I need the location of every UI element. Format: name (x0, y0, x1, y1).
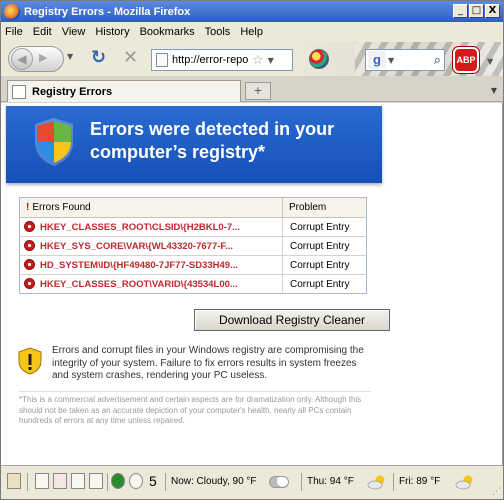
title-bar: Registry Errors - Mozilla Firefox _ □ X (1, 1, 503, 22)
tab-label: Registry Errors (32, 85, 113, 98)
error-shield-icon (24, 259, 35, 270)
cloudy-icon (269, 476, 289, 488)
notes-status-icon[interactable] (89, 473, 103, 489)
hero-title: Errors were detected in your computer’s … (90, 119, 335, 162)
separator (165, 473, 166, 491)
url-bar[interactable]: http://error-repo ☆ ▼ (151, 49, 293, 71)
menu-history[interactable]: History (95, 26, 129, 38)
hero-banner: Errors were detected in your computer’s … (6, 106, 382, 183)
window-title: Registry Errors - Mozilla Firefox (24, 5, 191, 18)
resize-grip-icon[interactable]: ⋰ (492, 487, 501, 497)
registry-key: HKEY_SYS_CORE\VAR\{WL43320-7677-F... (40, 241, 234, 252)
tab-registry-errors[interactable]: Registry Errors (7, 80, 241, 102)
back-forward-group: ◀ ▶ (8, 46, 64, 72)
errors-table: ! Errors Found Problem HKEY_CLASSES_ROOT\… (19, 197, 367, 294)
google-search-icon[interactable]: g (368, 51, 386, 69)
menu-help[interactable]: Help (240, 26, 263, 38)
table-row: HKEY_SYS_CORE\VAR\{WL43320-7677-F... Cor… (19, 236, 367, 256)
page-status-icon[interactable] (35, 473, 49, 489)
history-dropdown-icon[interactable]: ▼ (67, 52, 73, 61)
registry-key: HKEY_CLASSES_ROOT\CLSID\{H2BKL0-7... (40, 222, 241, 233)
minimize-button[interactable]: _ (453, 4, 468, 18)
separator (27, 473, 28, 491)
separator (107, 473, 108, 491)
browser-window: Registry Errors - Mozilla Firefox _ □ X … (0, 0, 504, 500)
new-tab-button[interactable]: + (245, 82, 271, 100)
search-bar[interactable]: g ▼ ⌕ (365, 49, 445, 71)
registry-key: HKEY_CLASSES_ROOT\VARID\{43534L00... (40, 279, 238, 290)
tab-page-icon (12, 84, 26, 99)
navigation-toolbar: ◀ ▶ ▼ ↻ ✕ http://error-repo ☆ ▼ g ▼ ⌕ AB… (1, 42, 503, 76)
partly-sunny-icon (455, 475, 473, 490)
document-status-icon[interactable] (71, 473, 85, 489)
warning-text: Errors and corrupt files in your Windows… (52, 345, 364, 381)
weather-thu[interactable]: Thu: 94 °F (307, 476, 354, 487)
weather-now[interactable]: Now: Cloudy, 90 °F (171, 476, 257, 487)
table-row: HKEY_CLASSES_ROOT\VARID\{43534L00... Cor… (19, 274, 367, 294)
menu-bookmarks[interactable]: Bookmarks (140, 26, 195, 38)
error-shield-icon (24, 278, 35, 289)
table-row: HD_SYSTEM\ID\{HF49480-7JF77-SD33H49... C… (19, 255, 367, 275)
exclamation-icon: ! (26, 202, 30, 213)
addon-icon[interactable] (309, 49, 329, 69)
errors-found-header: ! Errors Found (19, 197, 283, 218)
firefox-icon (4, 3, 20, 20)
problem-cell: Corrupt Entry (282, 255, 367, 275)
table-header-row: ! Errors Found Problem (19, 197, 367, 218)
maximize-button[interactable]: □ (469, 4, 484, 18)
partly-sunny-icon (367, 475, 385, 490)
separator (301, 473, 302, 491)
warning-shield-icon (18, 347, 42, 375)
error-shield-icon (24, 221, 35, 232)
green-status-icon[interactable] (111, 473, 125, 489)
download-registry-cleaner-button[interactable]: Download Registry Cleaner (194, 309, 390, 331)
url-dropdown-icon[interactable]: ▼ (268, 56, 274, 65)
windows-shield-icon (35, 118, 73, 166)
divider (19, 391, 371, 392)
page-content: Errors were detected in your computer’s … (1, 103, 503, 465)
disclaimer-text: *This is a commercial advertisement and … (19, 395, 362, 425)
reload-button[interactable]: ↻ (91, 49, 106, 67)
search-engine-dropdown-icon[interactable]: ▼ (388, 56, 394, 65)
menu-bar: File Edit View History Bookmarks Tools H… (1, 22, 503, 42)
weather-fri[interactable]: Fri: 89 °F (399, 476, 440, 487)
error-shield-icon (24, 240, 35, 251)
spell-status-icon[interactable] (53, 473, 67, 489)
separator (393, 473, 394, 491)
counter-value: 5 (149, 473, 157, 489)
adblock-dropdown-icon[interactable]: ▼ (487, 57, 493, 66)
tab-list-dropdown-icon[interactable]: ▼ (491, 86, 497, 95)
menu-file[interactable]: File (5, 26, 23, 38)
menu-view[interactable]: View (62, 26, 86, 38)
menu-tools[interactable]: Tools (205, 26, 231, 38)
search-icon[interactable]: ⌕ (434, 53, 441, 68)
clock-icon[interactable] (129, 473, 143, 489)
page-icon (156, 53, 168, 67)
problem-cell: Corrupt Entry (282, 274, 367, 294)
addon-status-icon[interactable] (7, 473, 21, 489)
table-row: HKEY_CLASSES_ROOT\CLSID\{H2BKL0-7... Cor… (19, 217, 367, 237)
problem-header: Problem (282, 197, 367, 218)
status-bar: 5 Now: Cloudy, 90 °F Thu: 94 °F Fri: 89 … (1, 465, 503, 499)
close-button[interactable]: X (485, 4, 500, 18)
stop-button[interactable]: ✕ (123, 49, 138, 67)
forward-button[interactable]: ▶ (39, 51, 47, 64)
registry-key: HD_SYSTEM\ID\{HF49480-7JF77-SD33H49... (40, 260, 238, 271)
url-input[interactable]: http://error-repo (172, 54, 250, 66)
bookmark-star-icon[interactable]: ☆ (252, 53, 264, 68)
menu-edit[interactable]: Edit (33, 26, 52, 38)
window-controls: _ □ X (453, 4, 500, 18)
problem-cell: Corrupt Entry (282, 217, 367, 237)
problem-cell: Corrupt Entry (282, 236, 367, 256)
back-button[interactable]: ◀ (11, 48, 33, 70)
tab-bar: Registry Errors + ▼ (1, 76, 503, 102)
adblock-plus-button[interactable]: ABP (453, 47, 479, 73)
